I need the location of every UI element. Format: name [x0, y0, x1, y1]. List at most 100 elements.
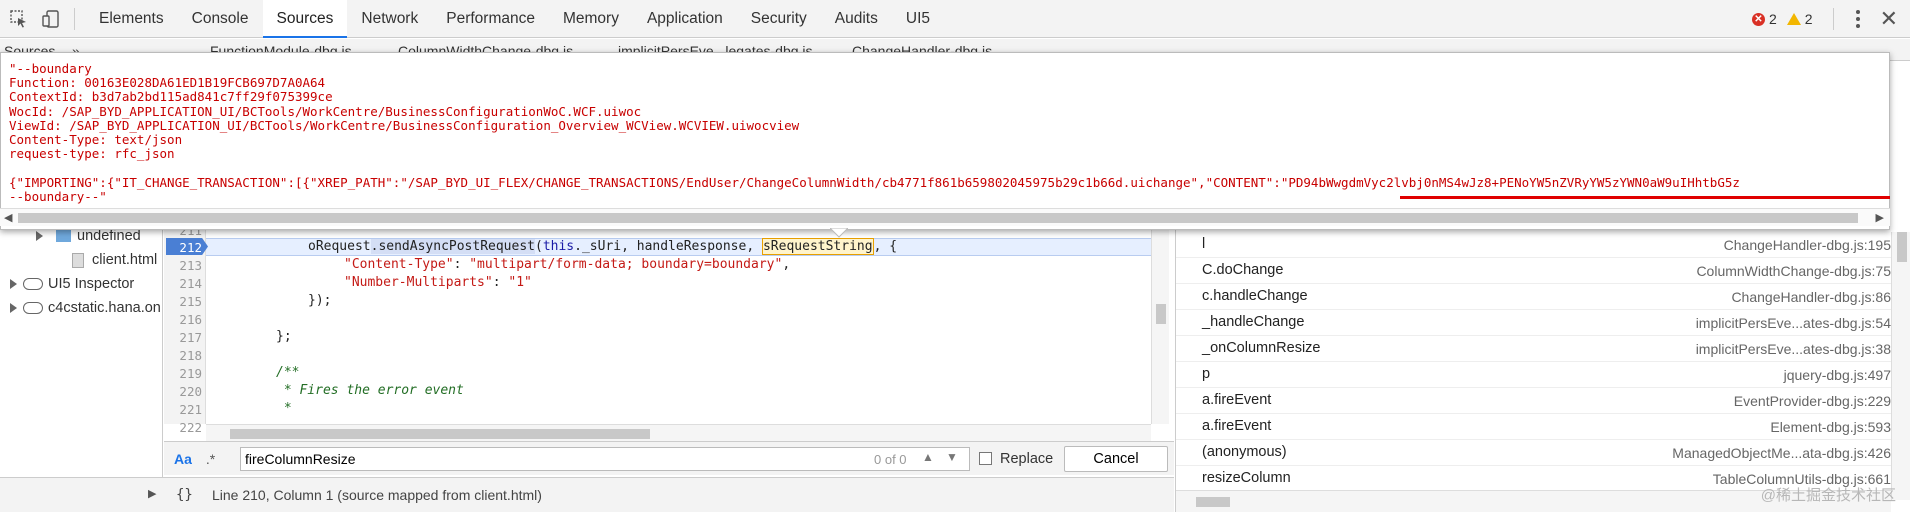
- call-frame[interactable]: a.fireEvent EventProvider-dbg.js:229: [1176, 388, 1891, 414]
- popover-line: request-type: rfc_json: [9, 146, 175, 162]
- tree-item-ui5-inspector[interactable]: UI5 Inspector: [10, 276, 134, 292]
- popover-hscrollbar[interactable]: ◀ ▶: [0, 208, 1890, 226]
- cursor-position: Line 210, Column 1 (source mapped from c…: [212, 487, 542, 503]
- file-icon: [72, 252, 84, 268]
- toolbar-divider: [1832, 8, 1834, 30]
- code-line-212[interactable]: oRequest.sendAsyncPostRequest(this._sUri…: [308, 238, 897, 255]
- line-number[interactable]: 221: [164, 402, 202, 417]
- line-number: 222: [179, 420, 202, 435]
- search-replace-bar: Aa .* 0 of 0 ▲ ▼ Replace Cancel: [164, 441, 1174, 475]
- scroll-thumb[interactable]: [1156, 304, 1166, 324]
- warning-count: 2: [1804, 11, 1813, 27]
- popover-line: Function: 00163E028DA61ED1B19FCB697D7A0A…: [9, 75, 326, 91]
- pretty-print-icon[interactable]: {}: [176, 487, 193, 503]
- call-frame[interactable]: p jquery-dbg.js:497: [1176, 362, 1891, 388]
- cancel-button[interactable]: Cancel: [1064, 446, 1168, 472]
- line-number[interactable]: 216: [164, 312, 202, 327]
- match-case-toggle[interactable]: Aa: [174, 451, 192, 467]
- previous-match-icon[interactable]: ▲: [922, 450, 934, 464]
- line-number[interactable]: 212: [164, 240, 202, 255]
- call-frame[interactable]: c.handleChange ChangeHandler-dbg.js:86: [1176, 284, 1891, 310]
- code-line-217[interactable]: };: [276, 329, 292, 344]
- expand-arrow-icon[interactable]: [10, 303, 17, 313]
- tree-item-client-html[interactable]: client.html: [72, 252, 157, 268]
- code-line-215[interactable]: });: [308, 293, 331, 308]
- next-match-icon[interactable]: ▼: [946, 450, 958, 464]
- device-toggle-icon[interactable]: [38, 6, 64, 32]
- tree-item-label: undefined: [77, 228, 141, 244]
- tab-security[interactable]: Security: [737, 0, 821, 38]
- call-frame[interactable]: _handleChange implicitPersEve...ates-dbg.…: [1176, 310, 1891, 336]
- devtools-toolbar: Elements Console Sources Network Perform…: [0, 0, 1910, 38]
- error-icon: ✕: [1751, 12, 1765, 26]
- popover-line: {"IMPORTING":{"IT_CHANGE_TRANSACTION":[{…: [9, 174, 1740, 190]
- code-line-219[interactable]: /**: [276, 365, 299, 380]
- inspect-element-icon[interactable]: [6, 6, 32, 32]
- scroll-thumb[interactable]: [1897, 232, 1907, 262]
- expand-arrow-icon[interactable]: [10, 279, 17, 289]
- tree-item-undefined[interactable]: undefined: [36, 228, 141, 244]
- scroll-left-arrow-icon[interactable]: ◀: [4, 211, 12, 224]
- tab-console[interactable]: Console: [178, 0, 263, 38]
- scroll-right-arrow-icon[interactable]: ▶: [148, 487, 156, 500]
- expand-arrow-icon[interactable]: [36, 231, 43, 241]
- hovered-variable: sRequestString: [761, 238, 874, 255]
- more-options-icon[interactable]: [1844, 10, 1872, 28]
- code-line-221[interactable]: *: [276, 401, 292, 416]
- popover-line: --boundary--": [9, 188, 107, 204]
- tab-performance[interactable]: Performance: [432, 0, 549, 38]
- tree-item-label: c4cstatic.hana.on: [48, 300, 161, 316]
- call-frame[interactable]: _onColumnResize implicitPersEve...ates-db…: [1176, 336, 1891, 362]
- cloud-icon: [23, 278, 43, 290]
- popover-line: ViewId: /SAP_BYD_APPLICATION_UI/BCTools/…: [9, 117, 800, 133]
- replace-checkbox[interactable]: [979, 452, 992, 465]
- call-frame[interactable]: l ChangeHandler-dbg.js:195: [1176, 232, 1891, 258]
- cloud-icon: [23, 302, 43, 314]
- annotation-underline: [1400, 196, 1890, 199]
- scroll-thumb[interactable]: [230, 429, 650, 439]
- scroll-thumb[interactable]: [18, 213, 1858, 223]
- line-number[interactable]: 218: [164, 348, 202, 363]
- tab-network[interactable]: Network: [347, 0, 432, 38]
- match-count: 0 of 0: [874, 452, 907, 467]
- popover-content: "--boundary Function: 00163E028DA61ED1B1…: [9, 61, 1740, 204]
- regex-toggle[interactable]: .*: [206, 451, 215, 467]
- code-line-213[interactable]: "Content-Type": "multipart/form-data; bo…: [344, 257, 790, 272]
- tree-item-label: UI5 Inspector: [48, 276, 135, 292]
- call-frame[interactable]: C.doChange ColumnWidthChange-dbg.js:75: [1176, 258, 1891, 284]
- line-number[interactable]: 217: [164, 330, 202, 345]
- sidebar-vscrollbar[interactable]: [1891, 232, 1910, 500]
- error-count-badge[interactable]: ✕ 2: [1751, 11, 1777, 27]
- code-line-220[interactable]: * Fires the error event: [276, 383, 464, 398]
- tab-audits[interactable]: Audits: [821, 0, 892, 38]
- editor-hscrollbar[interactable]: [206, 424, 1151, 442]
- warning-icon: [1786, 13, 1801, 25]
- close-devtools-icon[interactable]: ✕: [1880, 6, 1898, 32]
- status-bar: ▶ {} Line 210, Column 1 (source mapped f…: [0, 477, 1174, 512]
- tab-elements[interactable]: Elements: [85, 0, 178, 38]
- popover-line: "--boundary: [9, 61, 92, 76]
- tree-item-label: client.html: [92, 252, 158, 268]
- tab-application[interactable]: Application: [633, 0, 737, 38]
- warning-count-badge[interactable]: 2: [1786, 11, 1813, 27]
- code-line-214[interactable]: "Number-Multiparts": "1": [344, 275, 532, 290]
- scroll-thumb[interactable]: [1196, 497, 1230, 507]
- popover-line: Content-Type: text/json: [9, 132, 183, 148]
- call-frame[interactable]: (anonymous) ManagedObjectMe...ata-dbg.js:…: [1176, 440, 1891, 466]
- replace-label[interactable]: Replace: [1000, 451, 1053, 467]
- tab-memory[interactable]: Memory: [549, 0, 633, 38]
- search-input[interactable]: [240, 447, 970, 471]
- tree-item-c4cstatic[interactable]: c4cstatic.hana.on: [10, 300, 161, 316]
- call-frame[interactable]: a.fireEvent Element-dbg.js:593: [1176, 414, 1891, 440]
- tab-sources[interactable]: Sources: [262, 0, 348, 38]
- tab-ui5[interactable]: UI5: [892, 0, 944, 38]
- line-number[interactable]: 215: [164, 294, 202, 309]
- popover-line: WocId: /SAP_BYD_APPLICATION_UI/BCTools/W…: [9, 103, 642, 119]
- highlighted-call: .sendAsyncPostRequest: [370, 239, 535, 254]
- scroll-right-arrow-icon[interactable]: ▶: [1876, 211, 1884, 224]
- line-number[interactable]: 213: [164, 258, 202, 273]
- line-number[interactable]: 219: [164, 366, 202, 381]
- line-number[interactable]: 220: [164, 384, 202, 399]
- line-number[interactable]: 214: [164, 276, 202, 291]
- popover-pointer-icon: [830, 228, 848, 238]
